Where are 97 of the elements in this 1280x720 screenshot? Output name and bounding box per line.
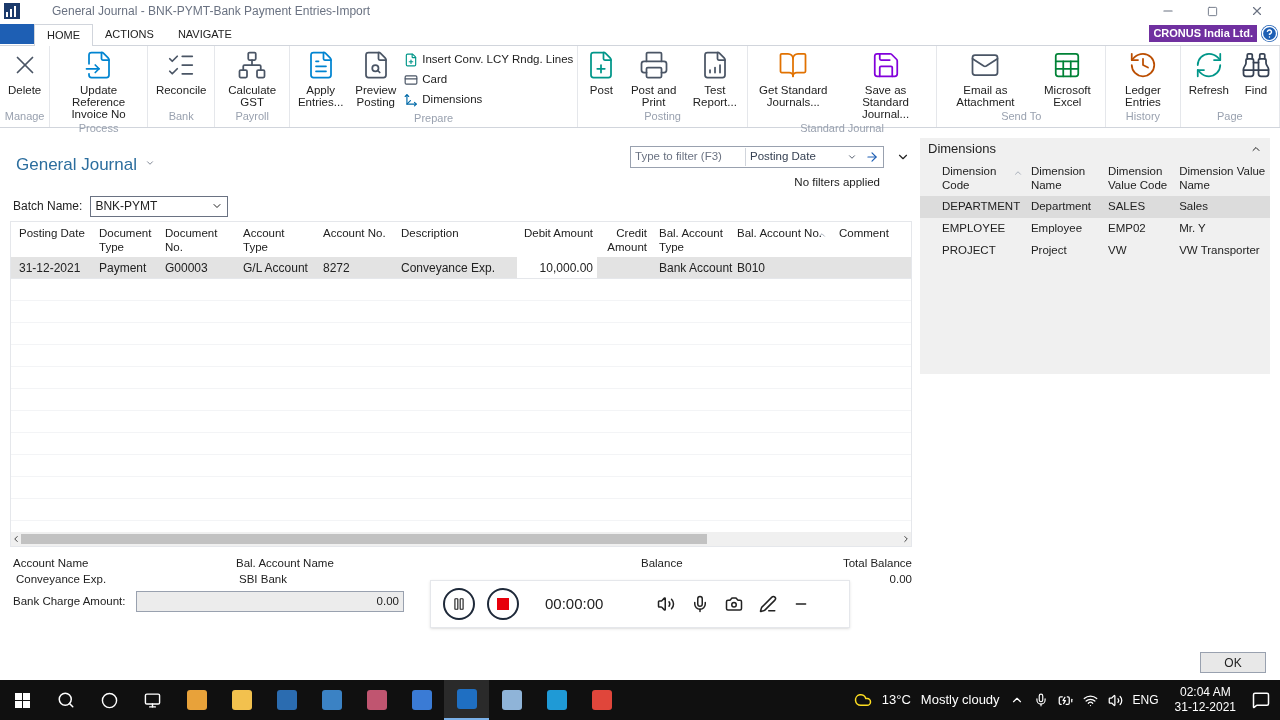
table-cell: Project (1030, 244, 1067, 257)
column-header[interactable]: Dimension Name (1026, 164, 1104, 192)
column-header[interactable]: Comment (831, 226, 911, 240)
ribbon-group-label: Process (77, 121, 120, 136)
field-value: SBI Bank (238, 572, 288, 587)
table-cell: Mr. Y (1179, 222, 1206, 235)
ok-button[interactable]: OK (1200, 652, 1266, 673)
table-cell-text: 8272 (323, 259, 350, 277)
dimension-row[interactable]: EMPLOYEE Employee EMP02 Mr. Y (920, 218, 1270, 240)
filter-field[interactable]: Type to filter (F3) Posting Date (630, 146, 884, 168)
ribbon-button[interactable]: Apply Entries... (293, 46, 348, 110)
ribbon-button[interactable]: Post (582, 46, 621, 108)
ribbon-group-label: Prepare (413, 111, 455, 126)
ribbon-button[interactable]: Calculate GST (219, 46, 285, 108)
bank-charge-field[interactable]: 0.00 (136, 591, 404, 612)
table-cell: EMP02 (1108, 222, 1146, 235)
temperature[interactable]: 13°C (881, 690, 911, 710)
table-cell: DEPARTMENT (942, 200, 1021, 213)
column-header[interactable]: Dimension Value Name (1175, 164, 1270, 192)
clock-date[interactable]: 31-12-2021 (1174, 700, 1236, 715)
journal-row[interactable]: 31-12-2021 Payment G00003 G/L Account 8272 Conveyance Exp. 10,000.00 Bank Account B010 (11, 257, 911, 279)
batch-name-label: Batch Name: (13, 198, 83, 215)
ribbon-button[interactable]: Preview Posting (351, 46, 401, 110)
ribbon-tab[interactable]: NAVIGATE (165, 23, 244, 45)
table-cell-text: Conveyance Exp. (401, 259, 496, 277)
table-cell-text: Bank Account (659, 259, 733, 277)
ribbon-button[interactable]: Delete (4, 46, 46, 108)
ribbon-group-label: Posting (643, 109, 682, 124)
field-value: Conveyance Exp. (15, 572, 108, 587)
ribbon-group-label: Payroll (234, 109, 270, 124)
column-header[interactable]: Description (393, 226, 517, 240)
table-cell-text: G00003 (165, 259, 208, 277)
ribbon-button[interactable]: Save as Standard Journal... (838, 46, 933, 120)
table-cell-text: Payment (99, 259, 147, 277)
ribbon-small-button[interactable]: Card (404, 70, 574, 90)
table-cell-text: B010 (737, 259, 766, 277)
table-cell: Employee (1030, 222, 1083, 235)
dimension-row[interactable]: PROJECT Project VW VW Transporter (920, 240, 1270, 262)
ribbon-button[interactable]: Post and Print (624, 46, 683, 108)
column-header[interactable]: Credit Amount (597, 226, 651, 254)
ribbon-small-button[interactable]: Dimensions (404, 90, 574, 110)
column-header[interactable]: Document No. (157, 226, 235, 254)
column-header[interactable]: Account No. (315, 226, 393, 240)
ribbon-group-label: Manage (4, 108, 46, 124)
field-label: Bank Charge Amount: (12, 593, 127, 609)
ribbon-button[interactable]: Test Report... (686, 46, 743, 108)
table-cell-text: 10,000.00 (539, 259, 593, 277)
field-value: 0.00 (889, 572, 912, 587)
ribbon-button[interactable]: Get Standard Journals... (751, 46, 835, 120)
field-label: Bal. Account Name (236, 556, 335, 571)
ribbon-button[interactable]: Reconcile (151, 46, 211, 108)
field-label: Balance (641, 556, 683, 571)
table-cell: SALES (1108, 200, 1146, 213)
column-header[interactable]: Account Type (235, 226, 315, 254)
column-header[interactable]: Debit Amount (517, 226, 597, 240)
ribbon-small-button[interactable]: Insert Conv. LCY Rndg. Lines (404, 50, 574, 70)
column-header[interactable]: Dimension Code (938, 164, 1027, 192)
batch-name-select[interactable]: BNK-PYMT (90, 195, 229, 217)
table-cell: PROJECT (942, 244, 996, 257)
ribbon-button[interactable]: Ledger Entries (1110, 46, 1176, 108)
table-cell-text: G/L Account (243, 259, 308, 277)
ribbon-tab[interactable]: ACTIONS (93, 23, 166, 45)
column-header[interactable]: Bal. Account Type (651, 226, 729, 254)
ribbon-button[interactable]: Refresh (1184, 46, 1233, 108)
panel-title: Dimensions (928, 140, 996, 159)
table-cell: VW Transporter (1179, 244, 1260, 257)
company-badge: CRONUS India Ltd. (1149, 25, 1257, 42)
column-header[interactable]: Dimension Value Code (1104, 164, 1176, 192)
ribbon-group-label: Standard Journal (799, 121, 885, 136)
ribbon-tab[interactable]: HOME (34, 24, 93, 46)
page-title[interactable]: General Journal (16, 152, 137, 178)
ribbon-group-label: Page (1216, 108, 1244, 124)
weather-text[interactable]: Mostly cloudy (920, 690, 1000, 710)
ribbon-button[interactable]: Microsoft Excel (1033, 46, 1102, 108)
ribbon-group-label: History (1124, 109, 1162, 124)
filter-column-select[interactable]: Posting Date (745, 148, 861, 166)
table-cell: EMPLOYEE (942, 222, 1006, 235)
ribbon-button[interactable]: Email as Attachment (941, 46, 1030, 108)
column-header[interactable]: Posting Date (11, 226, 91, 240)
recording-timer: 00:00:00 (545, 593, 605, 614)
filter-status: No filters applied (794, 175, 880, 190)
table-cell: Department (1030, 200, 1091, 213)
column-header[interactable]: Document Type (91, 226, 157, 254)
field-label: Total Balance (842, 556, 912, 571)
ribbon-button[interactable]: Find (1237, 46, 1275, 108)
language-indicator[interactable]: ENG (1132, 691, 1159, 709)
clock-time[interactable]: 02:04 AM (1179, 685, 1231, 700)
window-title: General Journal - BNK-PYMT-Bank Payment Entries-Import (52, 3, 371, 20)
ribbon-button[interactable]: Update Reference Invoice No (54, 46, 143, 120)
table-cell: Sales (1179, 200, 1208, 213)
dimension-row[interactable]: DEPARTMENT Department SALES Sales (920, 196, 1270, 218)
ribbon-group-label: Send To (1000, 109, 1043, 124)
ribbon-group-label: Bank (167, 108, 195, 124)
table-cell-text: 31-12-2021 (19, 259, 81, 277)
field-label: Account Name (13, 556, 90, 571)
table-cell: VW (1108, 244, 1127, 257)
column-header[interactable]: Bal. Account No. (729, 226, 831, 240)
